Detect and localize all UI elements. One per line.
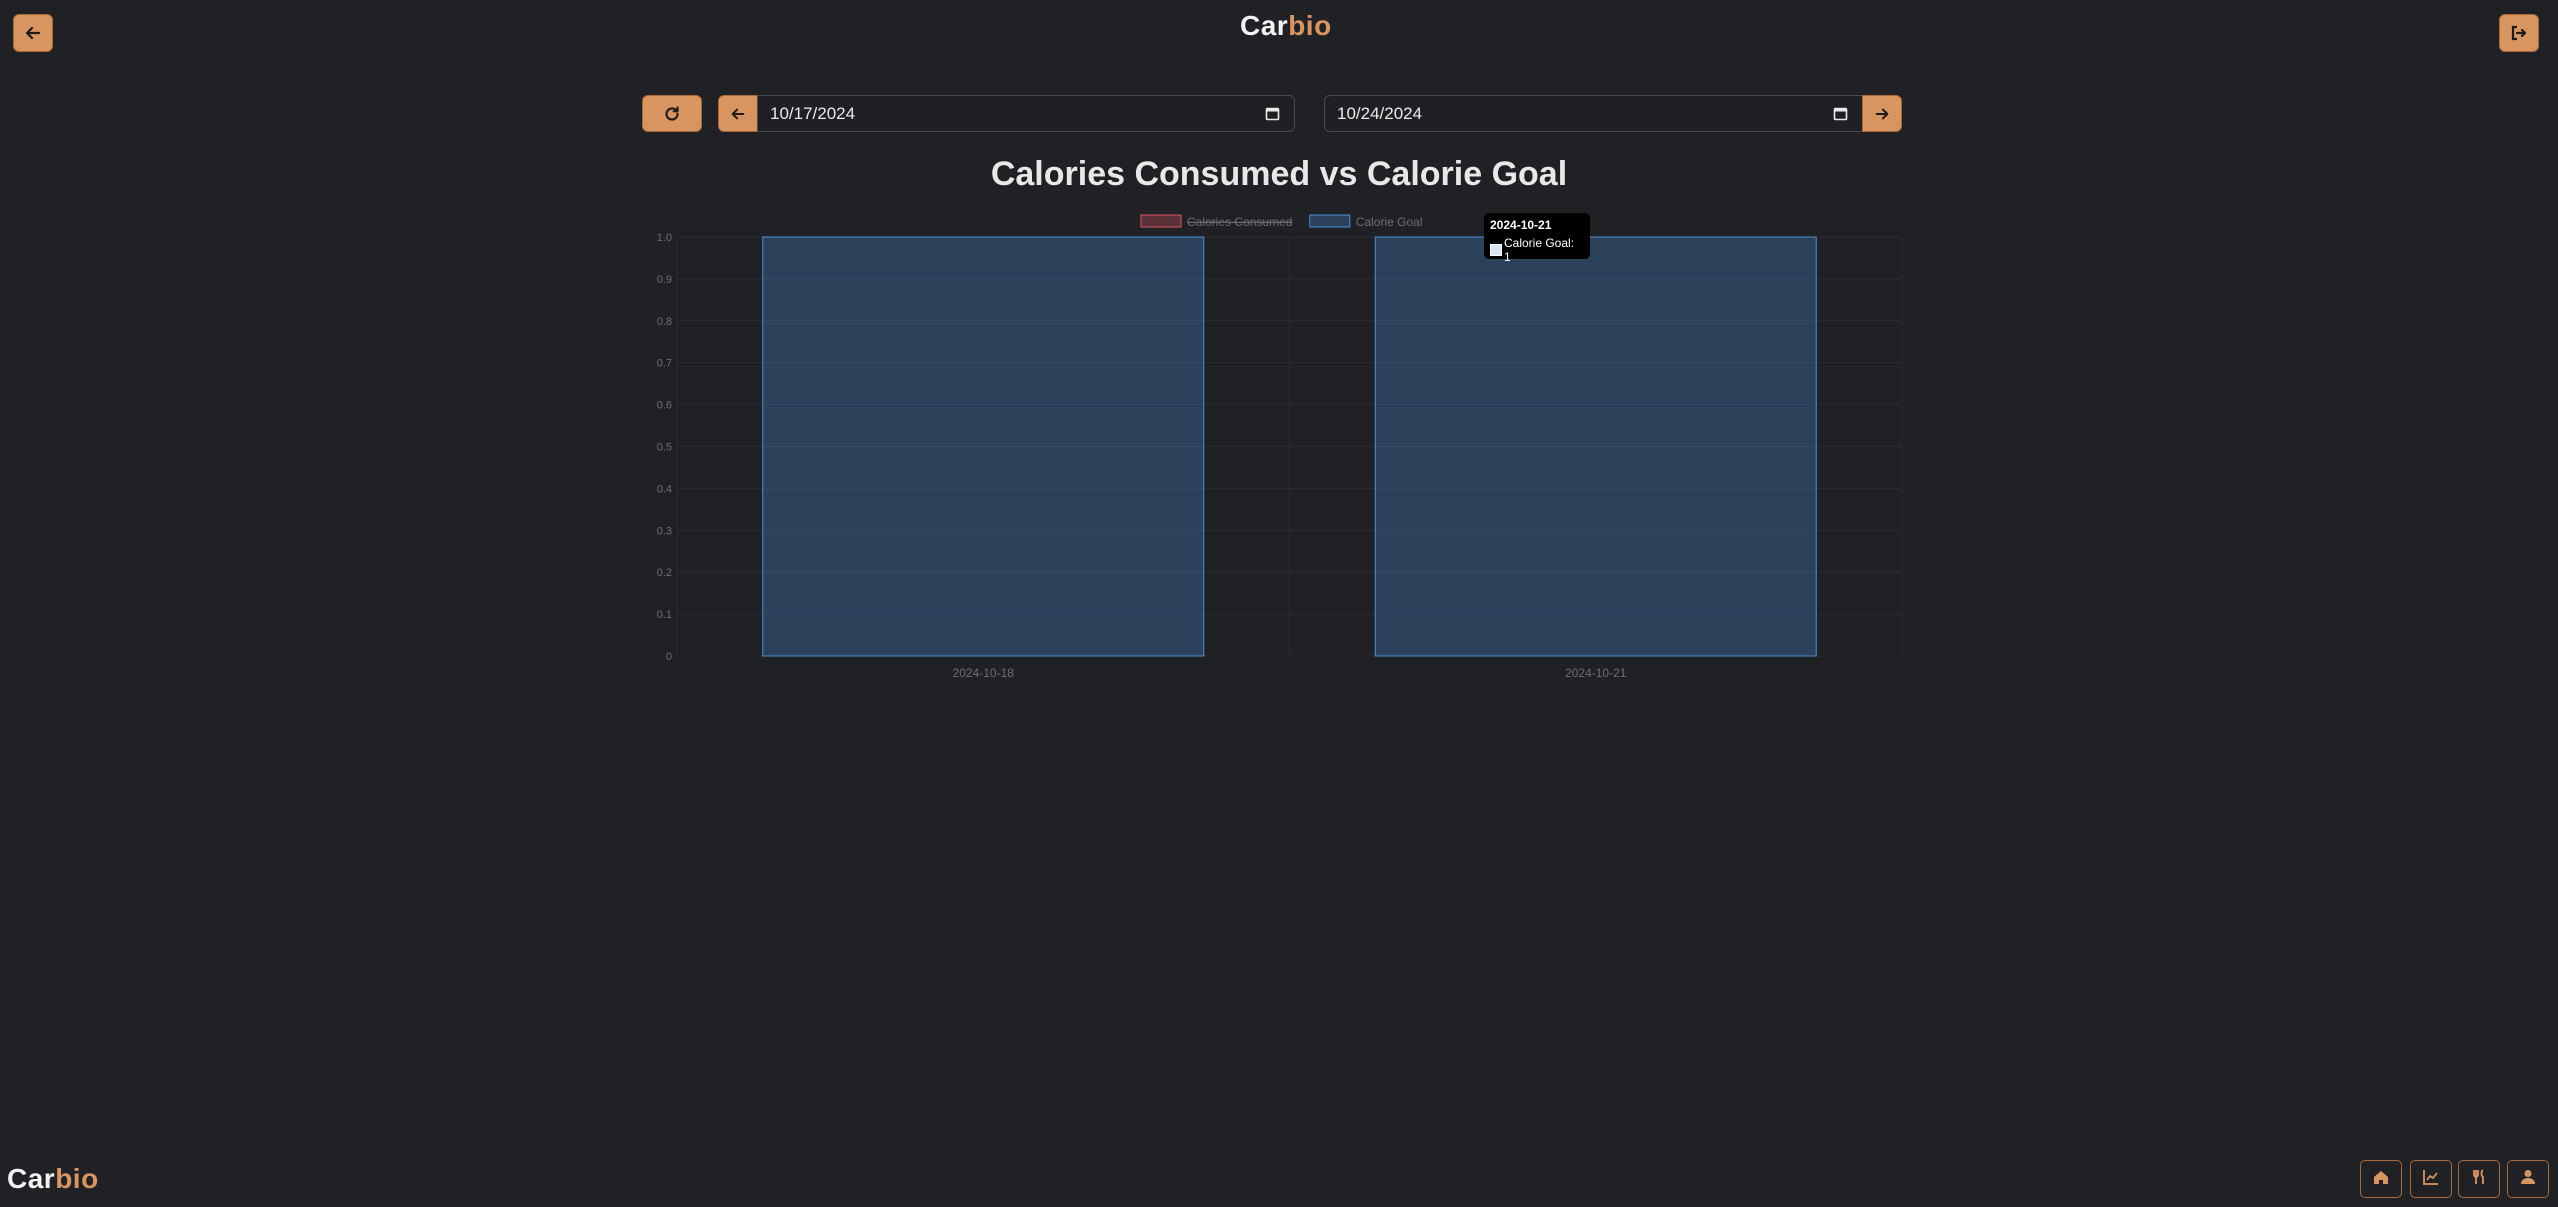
legend-swatch <box>1309 214 1351 228</box>
legend-swatch <box>1140 214 1182 228</box>
bar-calorie-goal <box>762 236 1205 657</box>
utensils-icon <box>2470 1168 2488 1191</box>
y-tick-label: 0.9 <box>657 274 672 286</box>
nav-home-button[interactable] <box>2360 1160 2402 1198</box>
y-tick-label: 0.8 <box>657 316 672 328</box>
user-icon <box>2519 1168 2537 1191</box>
y-tick-label: 0.6 <box>657 400 672 412</box>
footer-logo: Carbio <box>7 1163 99 1194</box>
legend-label: Calories Consumed <box>1187 215 1292 229</box>
tooltip-label: Calorie Goal: 1 <box>1504 236 1575 264</box>
x-tick-label: 2024-10-18 <box>953 666 1015 680</box>
tooltip-title: 2024-10-21 <box>1490 218 1552 232</box>
y-tick-label: 0.2 <box>657 567 672 579</box>
home-icon <box>2372 1168 2390 1191</box>
nav-profile-button[interactable] <box>2507 1160 2549 1198</box>
y-tick-label: 0.3 <box>657 525 672 537</box>
y-tick-label: 0.4 <box>657 483 672 495</box>
y-tick-label: 0.5 <box>657 442 672 454</box>
bar-calorie-goal <box>1374 236 1817 657</box>
legend-label: Calorie Goal <box>1356 215 1423 229</box>
chart-icon <box>2422 1168 2440 1191</box>
nav-stats-button[interactable] <box>2410 1160 2452 1198</box>
y-tick-label: 0 <box>666 651 672 663</box>
y-tick-label: 1.0 <box>657 232 672 244</box>
x-tick-label: 2024-10-21 <box>1565 666 1627 680</box>
y-tick-label: 0.7 <box>657 358 672 370</box>
tooltip-swatch <box>1490 244 1502 256</box>
chart-tooltip: 2024-10-21 Calorie Goal: 1 <box>1484 213 1590 264</box>
calorie-chart: 0 0.1 0.2 0.3 0.4 0.5 0.6 0.7 0.8 0.9 1.0 2024-10-1… <box>657 214 1903 680</box>
y-tick-label: 0.1 <box>657 609 672 621</box>
nav-food-button[interactable] <box>2458 1160 2500 1198</box>
